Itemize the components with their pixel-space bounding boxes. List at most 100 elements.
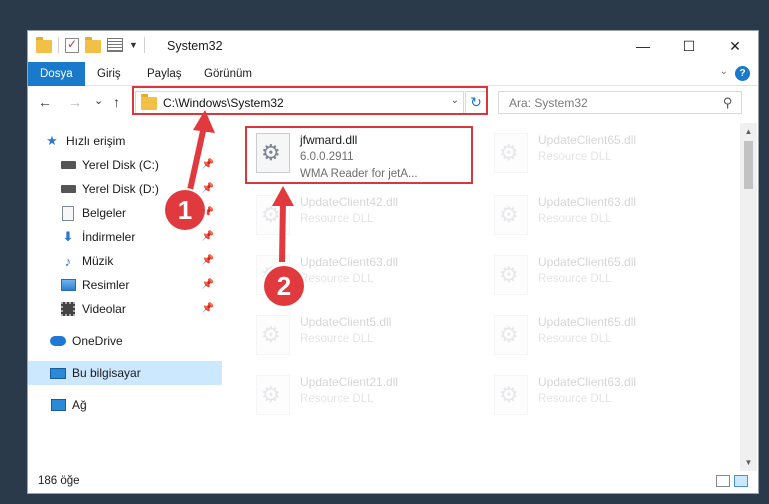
this-pc-icon xyxy=(50,365,66,381)
callout-2: 2 xyxy=(264,266,304,306)
sidebar-item-label: Müzik xyxy=(82,254,114,268)
file-type: Resource DLL xyxy=(538,273,612,285)
file-item[interactable]: UpdateClient42.dll Resource DLL xyxy=(252,189,482,245)
ribbon-tabs: Dosya Giriş Paylaş Görünüm ⌄ ? xyxy=(28,62,758,86)
file-name: UpdateClient63.dll xyxy=(538,195,637,209)
title-bar: ▼ System32 — ☐ ✕ xyxy=(28,31,758,62)
onedrive-icon xyxy=(50,333,66,349)
status-bar: 186 öğe xyxy=(28,471,758,493)
file-type: Resource DLL xyxy=(538,151,612,163)
sidebar-item-network[interactable]: Ağ xyxy=(28,393,222,417)
help-icon[interactable]: ? xyxy=(735,66,750,81)
file-type: Resource DLL xyxy=(300,333,374,345)
sidebar-item-label: Ağ xyxy=(72,398,87,412)
properties-icon[interactable] xyxy=(65,37,79,53)
file-item[interactable]: UpdateClient21.dll Resource DLL xyxy=(252,369,482,425)
sidebar-item-this-pc[interactable]: Bu bilgisayar xyxy=(28,361,222,385)
star-icon: ★ xyxy=(46,133,58,148)
pin-icon[interactable]: 📌 xyxy=(202,159,214,170)
large-icons-view-button[interactable] xyxy=(734,475,748,487)
folder-icon xyxy=(36,36,52,53)
expand-ribbon-chevron-icon[interactable]: ⌄ xyxy=(720,66,728,77)
dll-file-icon xyxy=(494,195,528,235)
search-icon[interactable]: ⚲ xyxy=(723,95,733,111)
search-input[interactable]: Ara: System32 ⚲ xyxy=(498,91,742,114)
drive-icon xyxy=(60,157,76,173)
pin-icon[interactable]: 📌 xyxy=(202,279,214,290)
tab-dosya[interactable]: Dosya xyxy=(28,62,85,86)
sidebar-item-downloads[interactable]: ⬇ İndirmeler 📌 xyxy=(28,225,222,249)
quick-access-toolbar: ▼ xyxy=(36,36,145,53)
drive-icon xyxy=(60,181,76,197)
sidebar-item-label: OneDrive xyxy=(72,334,123,348)
dll-file-icon xyxy=(256,195,290,235)
recent-locations-button[interactable]: ⌄ xyxy=(94,94,103,107)
scrollbar-thumb[interactable] xyxy=(744,141,753,189)
item-count: 186 öğe xyxy=(38,475,80,487)
view-icon[interactable] xyxy=(107,38,123,52)
dll-file-icon xyxy=(494,133,528,173)
search-placeholder: Ara: System32 xyxy=(509,95,588,110)
navigation-pane: ★ Hızlı erişim Yerel Disk (C:) 📌 Yerel D… xyxy=(28,123,222,471)
new-folder-icon[interactable] xyxy=(85,36,101,53)
file-item[interactable]: UpdateClient65.dll Resource DLL xyxy=(490,249,720,305)
pin-icon[interactable]: 📌 xyxy=(202,255,214,266)
tab-gorunum[interactable]: Görünüm xyxy=(192,62,264,86)
scroll-down-arrow-icon[interactable]: ▼ xyxy=(740,454,757,471)
dll-file-icon xyxy=(256,315,290,355)
sidebar-item-music[interactable]: ♪ Müzik 📌 xyxy=(28,249,222,273)
documents-icon xyxy=(60,205,76,221)
file-item[interactable]: UpdateClient5.dll Resource DLL xyxy=(252,309,482,365)
sidebar-item-label: Bu bilgisayar xyxy=(72,366,141,380)
window-title: System32 xyxy=(167,39,223,53)
file-name: UpdateClient65.dll xyxy=(538,133,637,147)
sidebar-item-videos[interactable]: Videolar 📌 xyxy=(28,297,222,321)
dll-file-icon xyxy=(494,315,528,355)
sidebar-item-label: Resimler xyxy=(82,278,130,292)
close-button[interactable]: ✕ xyxy=(712,31,758,61)
downloads-icon: ⬇ xyxy=(62,229,74,244)
dll-file-icon xyxy=(256,375,290,415)
back-button[interactable]: ← xyxy=(38,94,52,110)
tab-paylas[interactable]: Paylaş xyxy=(135,62,194,86)
pin-icon[interactable]: 📌 xyxy=(202,303,214,314)
dll-file-icon xyxy=(494,255,528,295)
file-name: UpdateClient65.dll xyxy=(538,255,637,269)
details-view-button[interactable] xyxy=(716,475,730,487)
forward-button[interactable]: → xyxy=(68,94,82,110)
sidebar-item-disk-c[interactable]: Yerel Disk (C:) 📌 xyxy=(28,153,222,177)
toolbar-divider xyxy=(58,37,59,53)
maximize-button[interactable]: ☐ xyxy=(666,31,712,61)
file-name: UpdateClient5.dll xyxy=(300,315,392,329)
toolbar-divider xyxy=(143,37,145,53)
customize-toolbar-chevron-icon[interactable]: ▼ xyxy=(129,40,138,50)
sidebar-item-onedrive[interactable]: OneDrive xyxy=(28,329,222,353)
vertical-scrollbar[interactable]: ▲ ▼ xyxy=(740,123,757,471)
scroll-up-arrow-icon[interactable]: ▲ xyxy=(740,123,757,140)
tab-giris[interactable]: Giriş xyxy=(85,62,133,86)
file-type: Resource DLL xyxy=(300,393,374,405)
sidebar-item-quick-access[interactable]: ★ Hızlı erişim xyxy=(28,129,222,153)
sidebar-item-pictures[interactable]: Resimler 📌 xyxy=(28,273,222,297)
file-name: UpdateClient42.dll xyxy=(300,195,399,209)
up-button[interactable]: ↑ xyxy=(113,94,120,110)
pin-icon[interactable]: 📌 xyxy=(202,231,214,242)
file-highlight-box xyxy=(245,126,473,184)
file-type: Resource DLL xyxy=(538,393,612,405)
file-type: Resource DLL xyxy=(300,273,374,285)
pictures-icon xyxy=(60,277,76,293)
network-icon xyxy=(50,397,66,413)
pin-icon[interactable]: 📌 xyxy=(202,183,214,194)
file-type: Resource DLL xyxy=(538,213,612,225)
callout-1: 1 xyxy=(165,190,205,230)
music-icon: ♪ xyxy=(64,253,72,269)
sidebar-item-label: Belgeler xyxy=(82,206,127,220)
sidebar-item-label: Videolar xyxy=(82,302,126,316)
file-item[interactable]: UpdateClient65.dll Resource DLL xyxy=(490,309,720,365)
file-item[interactable]: UpdateClient63.dll Resource DLL xyxy=(490,189,720,245)
file-item[interactable]: UpdateClient65.dll Resource DLL xyxy=(490,127,720,183)
file-name: UpdateClient63.dll xyxy=(538,375,637,389)
minimize-button[interactable]: — xyxy=(620,31,666,61)
file-name: UpdateClient63.dll xyxy=(300,255,399,269)
file-item[interactable]: UpdateClient63.dll Resource DLL xyxy=(490,369,720,425)
